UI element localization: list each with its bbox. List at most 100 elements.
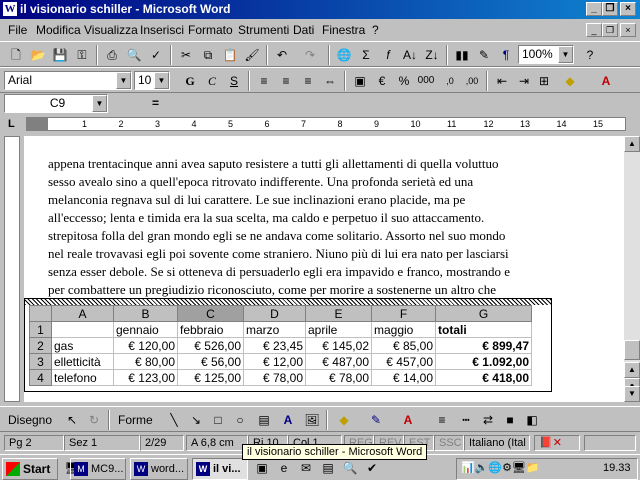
- bold-icon[interactable]: G: [180, 71, 200, 91]
- row-header[interactable]: 4: [29, 369, 52, 386]
- minimize-button[interactable]: _: [586, 2, 602, 16]
- font-color-icon[interactable]: A: [398, 410, 418, 430]
- doc-close-button[interactable]: ×: [620, 23, 636, 37]
- hyperlink-icon[interactable]: 🌐: [334, 45, 354, 65]
- align-right-icon[interactable]: ≡: [298, 71, 318, 91]
- cell[interactable]: totali: [435, 321, 532, 338]
- cell[interactable]: € 56,00: [177, 353, 244, 370]
- decrease-indent-icon[interactable]: ⇤: [492, 71, 512, 91]
- align-left-icon[interactable]: ≡: [254, 71, 274, 91]
- new-document-icon[interactable]: 🗋: [6, 45, 26, 65]
- taskbar-app-icon[interactable]: 🔍: [340, 458, 360, 478]
- comma-style-icon[interactable]: 000: [416, 71, 436, 91]
- oval-icon[interactable]: ○: [230, 410, 250, 430]
- task-il-visionario[interactable]: W il vi...: [192, 458, 248, 480]
- menu-inserisci[interactable]: Inserisci: [140, 23, 184, 37]
- format-painter-icon[interactable]: 🖌: [242, 45, 262, 65]
- cut-icon[interactable]: ✂: [176, 45, 196, 65]
- cell[interactable]: € 120,00: [113, 337, 178, 354]
- cell[interactable]: febbraio: [177, 321, 244, 338]
- horizontal-ruler[interactable]: L 1 2 3 4 5 6 7 8 9 10 11 12 13 14 15: [0, 114, 640, 136]
- cell[interactable]: € 78,00: [305, 369, 372, 386]
- drawing-icon[interactable]: ✎: [474, 45, 494, 65]
- taskbar-app-icon[interactable]: ▤: [318, 458, 338, 478]
- col-header-e[interactable]: E: [305, 305, 372, 322]
- fill-color-icon[interactable]: ◆: [560, 71, 580, 91]
- start-button[interactable]: Start: [2, 458, 58, 480]
- close-button[interactable]: ×: [620, 2, 636, 16]
- italic-icon[interactable]: C: [202, 71, 222, 91]
- cell[interactable]: € 899,47: [435, 337, 532, 354]
- cell[interactable]: € 487,00: [305, 353, 372, 370]
- task-word[interactable]: W word...: [130, 458, 188, 480]
- cell[interactable]: € 526,00: [177, 337, 244, 354]
- cell[interactable]: € 123,00: [113, 369, 178, 386]
- cell[interactable]: marzo: [243, 321, 306, 338]
- cell[interactable]: gas: [51, 337, 114, 354]
- menu-help[interactable]: ?: [372, 23, 379, 37]
- scroll-thumb[interactable]: [624, 340, 640, 360]
- col-header-c[interactable]: C: [177, 305, 244, 322]
- arrow-icon[interactable]: ↘: [186, 410, 206, 430]
- font-size-select[interactable]: 10 ▼: [134, 71, 170, 90]
- chevron-down-icon[interactable]: ▼: [154, 72, 169, 89]
- cell[interactable]: € 125,00: [177, 369, 244, 386]
- row-header[interactable]: 2: [29, 337, 52, 354]
- col-header-b[interactable]: B: [113, 305, 178, 322]
- menu-file[interactable]: File: [8, 23, 27, 37]
- row-header[interactable]: 1: [29, 321, 52, 338]
- menu-formato[interactable]: Formato: [188, 23, 233, 37]
- spelling-icon[interactable]: ✓: [146, 45, 166, 65]
- align-center-icon[interactable]: ≡: [276, 71, 296, 91]
- word-document-icon[interactable]: W: [3, 2, 17, 16]
- sort-descending-icon[interactable]: Z↓: [422, 45, 442, 65]
- status-ssc[interactable]: SSC: [434, 435, 464, 451]
- tray-icons[interactable]: 📊🔊🌐⚙🖥📁: [461, 461, 540, 474]
- cell[interactable]: € 14,00: [371, 369, 436, 386]
- cell[interactable]: € 12,00: [243, 353, 306, 370]
- undo-icon[interactable]: ↶: [272, 45, 292, 65]
- line-color-icon[interactable]: ✎: [366, 410, 386, 430]
- spreadsheet-grid[interactable]: A B C D E F G 1 gennaio febbraio marzo a…: [29, 305, 532, 386]
- maximize-button[interactable]: ❐: [602, 2, 618, 16]
- prev-page-icon[interactable]: ▲: [624, 362, 640, 378]
- decrease-decimal-icon[interactable]: ,00: [462, 71, 482, 91]
- shadow-icon[interactable]: ■: [500, 410, 520, 430]
- outlook-icon[interactable]: ✉: [296, 458, 316, 478]
- print-icon[interactable]: ⎙: [102, 45, 122, 65]
- save-icon[interactable]: 💾: [50, 45, 70, 65]
- cell[interactable]: € 78,00: [243, 369, 306, 386]
- percent-icon[interactable]: %: [394, 71, 414, 91]
- cell[interactable]: € 85,00: [371, 337, 436, 354]
- underline-icon[interactable]: S: [224, 71, 244, 91]
- chevron-down-icon[interactable]: ▼: [116, 72, 131, 89]
- cell[interactable]: maggio: [371, 321, 436, 338]
- scroll-up-icon[interactable]: ▲: [624, 136, 640, 152]
- col-header-g[interactable]: G: [435, 305, 532, 322]
- 3d-icon[interactable]: ◧: [522, 410, 542, 430]
- function-icon[interactable]: f: [378, 45, 398, 65]
- print-preview-icon[interactable]: 🔍: [124, 45, 144, 65]
- zoom-select[interactable]: 100% ▼: [518, 45, 574, 64]
- chevron-down-icon[interactable]: ▼: [92, 95, 107, 112]
- cell[interactable]: € 80,00: [113, 353, 178, 370]
- menu-finestra[interactable]: Finestra: [322, 23, 365, 37]
- internet-explorer-icon[interactable]: e: [274, 458, 294, 478]
- col-header-d[interactable]: D: [243, 305, 306, 322]
- paste-icon[interactable]: 📋: [220, 45, 240, 65]
- rotate-icon[interactable]: ↻: [84, 410, 104, 430]
- show-hide-icon[interactable]: ¶: [496, 45, 516, 65]
- forme-menu[interactable]: Forme: [118, 413, 153, 427]
- cell[interactable]: elletticità: [51, 353, 114, 370]
- cell[interactable]: € 23,45: [243, 337, 306, 354]
- scroll-down-icon[interactable]: ▼: [624, 386, 640, 402]
- taskbar-app-icon[interactable]: ✔: [362, 458, 382, 478]
- increase-indent-icon[interactable]: ⇥: [514, 71, 534, 91]
- cell[interactable]: € 418,00: [435, 369, 532, 386]
- line-style-icon[interactable]: ≡: [432, 410, 452, 430]
- line-icon[interactable]: ╲: [164, 410, 184, 430]
- chart-wizard-icon[interactable]: ▮▮: [452, 45, 472, 65]
- row-header[interactable]: 3: [29, 353, 52, 370]
- wordart-icon[interactable]: A: [278, 410, 298, 430]
- permission-icon[interactable]: ⚿: [72, 45, 92, 65]
